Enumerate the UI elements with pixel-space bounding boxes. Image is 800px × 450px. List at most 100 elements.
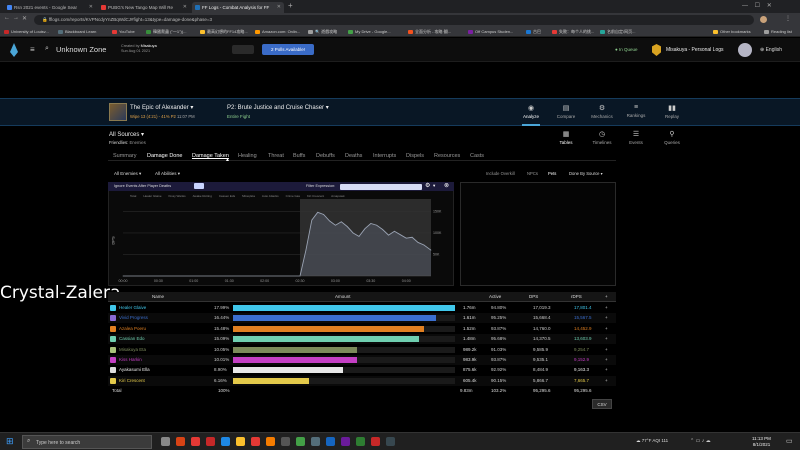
profile-avatar[interactable] (760, 16, 767, 23)
app-icon[interactable] (266, 437, 275, 446)
encounter-name[interactable]: The Epic of Alexander ▾ (130, 104, 193, 111)
header-name[interactable]: Name (152, 292, 164, 302)
header-rdps[interactable]: rDPS (571, 292, 582, 302)
player-name[interactable]: Kiss Harkin (119, 355, 142, 365)
player-name[interactable]: Misakuya Eta (119, 345, 146, 355)
app-icon[interactable] (311, 437, 320, 446)
app-icon[interactable] (371, 437, 380, 446)
bookmark-item[interactable]: Off Campus Studen... (468, 28, 513, 36)
bookmark-item[interactable]: My Drive - Google... (348, 28, 391, 36)
browser-tab[interactable]: Rsn 2021 events - Google Sear ✕ (4, 2, 96, 13)
header-dps[interactable]: DPS (529, 292, 538, 302)
tab-interrupts[interactable]: Interrupts (373, 153, 396, 159)
bookmark-item[interactable]: 全面分析 - 攻略·翻... (408, 28, 451, 36)
view-events[interactable]: ☰ Events (622, 130, 650, 145)
bookmark-item[interactable]: Reading list (764, 28, 792, 36)
close-tab-icon[interactable]: ✕ (89, 2, 93, 13)
tab-debuffs[interactable]: Debuffs (316, 153, 335, 159)
player-name[interactable]: Healer Glaive (119, 303, 146, 313)
table-row[interactable]: Healer Glaive 17.99% 1.76m 94.80% 17,019.3 17… (108, 303, 616, 313)
log-owner[interactable]: Misakuya - Personal Logs (666, 47, 724, 53)
user-avatar[interactable] (738, 43, 752, 57)
abilities-filter-dropdown[interactable]: All Abilities ▾ (155, 171, 180, 177)
language-selector[interactable]: ⊕ English (760, 47, 782, 53)
taskbar-search-box[interactable]: ⌕ Type here to search (22, 435, 152, 449)
app-icon[interactable] (386, 437, 395, 446)
tab-dispels[interactable]: Dispels (406, 153, 424, 159)
legend-item[interactable]: Kissy Wanks (169, 194, 186, 198)
npcs-toggle[interactable]: NPCs (527, 171, 538, 176)
app-icon[interactable] (176, 437, 185, 446)
legend-item[interactable]: Awake Rotting (193, 194, 212, 198)
player-name[interactable]: Ayakasumi Ella (119, 365, 150, 375)
tab-damage-done[interactable]: Damage Done (147, 153, 182, 159)
table-row[interactable]: Vivid Progress 16.44% 1.61m 95.25% 15,668.4 1… (108, 313, 616, 324)
table-row[interactable]: Ayakasumi Ella 8.90% 875.6k 92.92% 8,484.9 9,… (108, 365, 616, 375)
app-icon[interactable] (251, 437, 260, 446)
windows-start-icon[interactable]: ⊞ (6, 436, 14, 447)
bookmark-item[interactable]: 最高幻想的FF14攻略... (200, 28, 248, 36)
close-window-icon[interactable]: ✕ (767, 3, 772, 9)
browser-tab[interactable]: PUBG's New Tango Map Will Re ✕ (98, 2, 190, 13)
legend-item[interactable]: Healer Glaive (143, 194, 161, 198)
view-tables[interactable]: ▦ Tables (552, 130, 580, 145)
expand-row-icon[interactable]: + (605, 345, 608, 355)
expand-row-icon[interactable]: + (605, 313, 608, 323)
app-icon[interactable] (296, 437, 305, 446)
maximize-icon[interactable]: ☐ (755, 3, 760, 9)
legend-item[interactable]: Miraq Eta (242, 194, 255, 198)
add-column-icon[interactable]: + (605, 292, 608, 302)
table-row[interactable]: Kiss Harkin 10.01% 983.9k 93.87% 9,535.1 9,15… (108, 355, 616, 365)
app-icon[interactable] (206, 437, 215, 446)
phase-selector[interactable]: P2: Brute Justice and Cruise Chaser ▾ (227, 104, 329, 111)
minimize-icon[interactable]: — (742, 3, 748, 9)
clock[interactable]: 11:13 PM 8/1/2021 (752, 436, 771, 448)
table-row[interactable]: Kiri Crescent 6.16% 605.4k 90.15% 5,866.7 7,6… (108, 375, 616, 386)
file-explorer-icon[interactable] (236, 437, 245, 446)
player-name[interactable]: Kiri Crescent (119, 376, 145, 386)
player-name[interactable]: Cassian Edo (119, 334, 145, 344)
enemies-label[interactable]: Enemies (130, 140, 146, 145)
done-by-source-dropdown[interactable]: Done By Source ▾ (569, 171, 603, 176)
view-queries[interactable]: ⚲ Queries (658, 130, 686, 145)
table-row[interactable]: Cassian Edo 15.09% 1.48m 95.68% 14,370.5 13,6… (108, 334, 616, 345)
bookmark-item[interactable]: 🔍 遊戲攻略 (308, 28, 337, 36)
bookmark-item[interactable]: YouTube (112, 28, 135, 36)
table-row[interactable]: Misakuya Eta 10.05% 989.2k 91.03% 9,585.9 9,2… (108, 345, 616, 355)
player-name[interactable]: Vivid Progress (119, 313, 148, 323)
expand-row-icon[interactable]: + (605, 324, 608, 334)
app-icon[interactable] (341, 437, 350, 446)
tab-deaths[interactable]: Deaths (345, 153, 362, 159)
friendlies-label[interactable]: Friendlies: (109, 140, 128, 145)
bookmark-item[interactable]: Other bookmarks (713, 28, 751, 36)
close-tab-icon[interactable]: ✕ (277, 2, 281, 13)
chart-dropdown-icon[interactable]: ▾ (433, 183, 435, 189)
tab-threat[interactable]: Threat (268, 153, 284, 159)
app-icon[interactable] (191, 437, 200, 446)
view-timelines[interactable]: ◷ Timelines (588, 130, 616, 145)
app-icon[interactable] (326, 437, 335, 446)
menu-icon[interactable]: ⋮ (785, 15, 791, 22)
all-sources-dropdown[interactable]: All Sources ▾ (109, 131, 144, 138)
search-icon[interactable]: ⌕ (45, 45, 49, 53)
app-icon[interactable] (281, 437, 290, 446)
legend-item[interactable]: Amapotek (331, 194, 345, 198)
filter-expression-input[interactable] (340, 183, 422, 190)
hamburger-icon[interactable]: ≡ (30, 45, 35, 54)
pets-toggle[interactable]: Pets (548, 171, 556, 176)
creator-name[interactable]: Misakuya (141, 44, 157, 48)
nav-mechanics[interactable]: ⚙ Mechanics (588, 104, 616, 119)
enemies-filter-dropdown[interactable]: All Enemies ▾ (114, 171, 141, 177)
settings-gear-icon[interactable]: ⚙ (425, 182, 430, 189)
expand-row-icon[interactable]: + (605, 355, 608, 365)
bookmark-item[interactable]: 古巴 (526, 28, 541, 36)
expand-row-icon[interactable]: + (605, 365, 608, 375)
task-view-icon[interactable] (161, 437, 170, 446)
nav-replay[interactable]: ▮▮ Replay (658, 104, 686, 119)
tab-healing[interactable]: Healing (238, 153, 257, 159)
back-icon[interactable]: ← (4, 15, 10, 21)
include-overkill-toggle[interactable]: Include Overkill (486, 171, 515, 176)
browser-tab-active[interactable]: FF Logs - Combat Analysis for FF ✕ (192, 2, 284, 13)
legend-item[interactable]: Kiri Crescent (307, 194, 324, 198)
bookmark-item[interactable]: 失敗：每个人的挑... (552, 28, 594, 36)
